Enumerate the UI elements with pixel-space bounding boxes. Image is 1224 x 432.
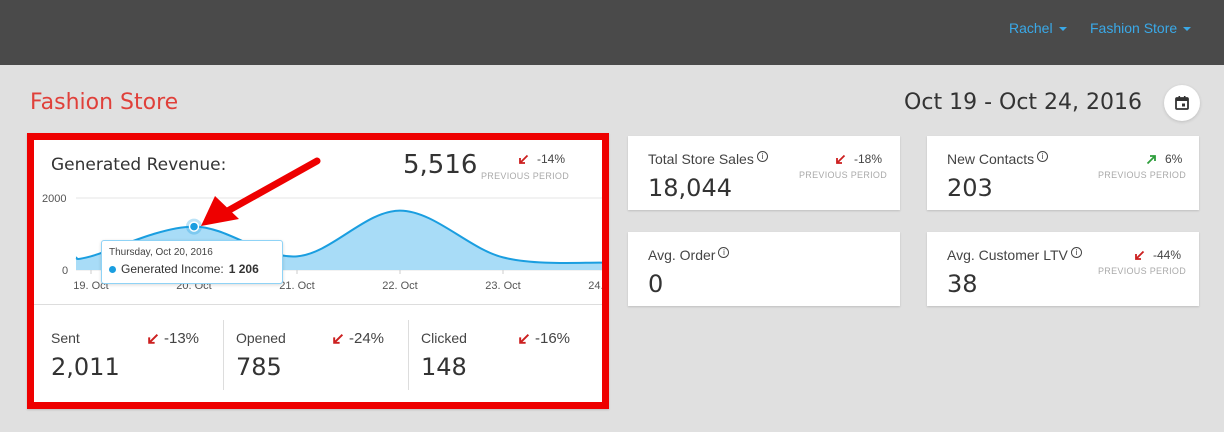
tooltip-date: Thursday, Oct 20, 2016 [109,247,213,258]
series-dot-icon [109,265,116,273]
kpi-delta: -18% [835,152,882,166]
stat-delta-value: -24% [349,330,385,347]
kpi-delta-value: 6% [1165,152,1183,166]
kpi-label: New Contacts i [947,151,1049,167]
kpi-delta-value: -44% [1153,248,1182,262]
user-menu[interactable]: Rachel [1009,20,1067,36]
previous-period-label: PREVIOUS PERIOD [799,170,888,180]
kpi-value: 18,044 [648,174,732,202]
chevron-down-icon [1183,27,1192,31]
kpi-card-avg-ltv: Avg. Customer LTV i 38 -44% PREVIOUS PERI… [927,232,1199,306]
arrow-down-left-icon [148,333,159,344]
arrow-up-right-icon [1146,154,1156,164]
stat-label-opened: Opened [236,330,286,346]
kpi-label: Avg. Customer LTV i [947,247,1082,263]
x-tick-label: 23. Oct [485,280,520,292]
stat-value-clicked: 148 [421,353,467,381]
top-bar: Rachel Fashion Store [0,0,1224,65]
kpi-label: Avg. Order i [648,247,730,263]
info-icon[interactable]: i [718,247,730,258]
x-tick-label: 24. Oct [588,280,602,292]
arrow-down-left-icon [836,154,846,164]
revenue-delta-value: -14% [537,152,566,166]
arrow-down-left-icon [519,333,530,344]
y-tick-label: 0 [62,265,68,277]
stat-label-sent: Sent [51,330,80,346]
chart-tooltip: Thursday, Oct 20, 2016 Generated Income:… [101,240,283,284]
annotation-arrow [201,157,321,226]
page-title: Fashion Store [30,90,179,115]
arrow-down-left-icon [333,333,344,344]
stat-delta-value: -13% [164,330,200,347]
kpi-label-text: New Contacts [947,151,1035,167]
kpi-card-avg-order: Avg. Order i 0 [628,232,900,306]
chevron-down-icon [1058,27,1067,31]
arrow-down-left-icon [519,154,529,164]
tooltip-series-label: Generated Income: [121,262,224,276]
divider [34,304,602,305]
stat-value-sent: 2,011 [51,353,120,381]
stat-delta-opened: -24% [332,330,384,347]
divider [408,320,409,390]
tooltip-row: Generated Income: 1 206 [109,262,275,276]
revenue-delta: -14% [518,152,565,166]
kpi-delta-value: -18% [854,152,883,166]
kpi-card-total-sales: Total Store Sales i 18,044 -18% PREVIOUS … [628,136,900,210]
kpi-label-text: Avg. Order [648,247,716,263]
revenue-value: 5,516 [403,150,478,180]
kpi-value: 203 [947,174,993,202]
y-tick-label: 2000 [42,193,66,205]
calendar-icon [1175,96,1189,110]
stat-delta-clicked: -16% [518,330,570,347]
kpi-delta: 6% [1146,152,1182,166]
store-menu-label: Fashion Store [1090,20,1178,36]
arrow-down-left-icon [1135,250,1145,260]
kpi-delta: -44% [1134,248,1181,262]
info-icon[interactable]: i [1037,151,1049,162]
stat-delta-sent: -13% [147,330,199,347]
x-tick-label: 21. Oct [279,280,314,292]
kpi-label-text: Avg. Customer LTV [947,247,1068,263]
previous-period-label: PREVIOUS PERIOD [481,171,570,181]
store-menu[interactable]: Fashion Store [1090,20,1192,36]
kpi-label-text: Total Store Sales [648,151,754,167]
x-tick-label: 22. Oct [382,280,417,292]
stat-delta-value: -16% [535,330,571,347]
info-icon[interactable]: i [756,151,768,162]
tooltip-value: 1 206 [228,262,259,276]
stat-label-clicked: Clicked [421,330,467,346]
kpi-value: 38 [947,270,978,298]
calendar-button[interactable] [1164,85,1200,121]
info-icon[interactable]: i [1070,247,1082,258]
date-range: Oct 19 - Oct 24, 2016 [904,90,1142,115]
kpi-value: 0 [648,270,664,298]
kpi-card-new-contacts: New Contacts i 203 6% PREVIOUS PERIOD [927,136,1199,210]
revenue-card: Generated Revenue: 5,516 -14% PREVIOUS P… [27,133,609,409]
previous-period-label: PREVIOUS PERIOD [1098,266,1187,276]
kpi-label: Total Store Sales i [648,151,768,167]
divider [223,320,224,390]
user-menu-label: Rachel [1009,20,1053,36]
previous-period-label: PREVIOUS PERIOD [1098,170,1187,180]
stat-value-opened: 785 [236,353,282,381]
